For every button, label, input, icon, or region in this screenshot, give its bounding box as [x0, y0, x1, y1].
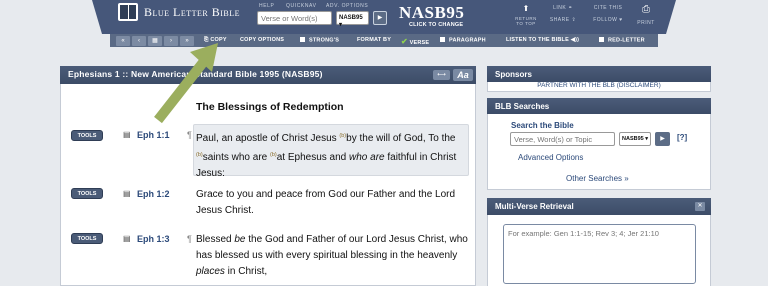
header-search-input[interactable] [257, 11, 332, 25]
verse-ref[interactable]: Eph 1:2 [137, 189, 170, 199]
paragraph-checkbox[interactable] [440, 37, 445, 42]
search-bible-label: Search the Bible [511, 121, 574, 130]
verse-ref[interactable]: Eph 1:1 [137, 130, 170, 140]
pilcrow-icon: ¶ [187, 130, 192, 140]
blb-searches-header: BLB Searches [487, 98, 711, 114]
strongs-toggle[interactable]: STRONG'S [300, 37, 339, 44]
book-icon[interactable]: ▤ [123, 189, 131, 198]
link-icon: ⚭ [568, 5, 573, 11]
paragraph-label: PARAGRAPH [449, 37, 486, 44]
red-letter-label: RED-LETTER [608, 37, 645, 44]
share-button[interactable]: SHARE ⇪ [548, 17, 578, 23]
multi-verse-header: Multi-Verse Retrieval [487, 198, 711, 215]
version-change-label[interactable]: CLICK TO CHANGE [409, 22, 463, 28]
cite-button[interactable]: CITE THIS [588, 5, 628, 11]
listen-button[interactable]: LISTEN TO THE BIBLE ◀)) [506, 37, 579, 43]
green-arrow-icon [154, 43, 218, 124]
format-by-label: FORMAT BY [357, 37, 392, 43]
expand-button[interactable]: ⟷ [433, 70, 450, 80]
close-icon[interactable]: ✕ [695, 202, 705, 211]
sidebar-search-button[interactable]: ▶ [655, 132, 670, 146]
partner-link[interactable]: PARTNER WITH THE BLB (DISCLAIMER) [487, 82, 711, 89]
pilcrow-icon: ¶ [187, 234, 192, 244]
red-letter-toggle[interactable]: RED-LETTER [599, 37, 645, 44]
book-icon[interactable]: ▤ [123, 234, 131, 243]
print-label[interactable]: PRINT [634, 20, 658, 26]
link-label: LINK [553, 5, 567, 11]
check-icon: ✔ [401, 37, 408, 46]
sidebar-version-select[interactable]: NASB95 ▾ [619, 132, 651, 146]
book-icon[interactable]: ▤ [123, 130, 131, 139]
paragraph-format-option[interactable]: PARAGRAPH [440, 37, 486, 44]
verse-text: Grace to you and peace from God our Fath… [196, 189, 456, 216]
share-label: SHARE [549, 17, 570, 23]
help-link[interactable]: HELP [259, 3, 274, 9]
verse-ref[interactable]: Eph 1:3 [137, 234, 170, 244]
share-icon: ⇪ [571, 17, 577, 23]
tools-button[interactable]: TOOLS [71, 130, 103, 141]
verse-text: Paul, an apostle of Christ Jesus (b)by t… [196, 133, 457, 179]
version-title[interactable]: NASB95 [399, 3, 464, 23]
strongs-checkbox[interactable] [300, 37, 305, 42]
sidebar-search-input[interactable] [510, 132, 615, 146]
other-searches-label: Other Searches [566, 174, 623, 183]
speaker-icon: ◀)) [570, 37, 580, 43]
play-icon: ▶ [377, 15, 383, 21]
quicknav-link[interactable]: QUICKNAV [286, 3, 317, 9]
first-chapter-button[interactable]: « [116, 36, 130, 46]
heart-icon: ♥ [619, 17, 623, 23]
header-search-button[interactable]: ▶ [373, 11, 387, 25]
version-value: NASB95 [339, 15, 363, 21]
other-searches-link[interactable]: Other Searches » [566, 174, 629, 183]
prev-chapter-button[interactable]: ‹ [132, 36, 146, 46]
link-button[interactable]: LINK ⚭ [548, 5, 578, 11]
bible-icon [118, 3, 138, 21]
return-top-label[interactable]: RETURN TO TOP [511, 16, 541, 26]
follow-button[interactable]: FOLLOW ♥ [588, 17, 628, 23]
chevron-down-icon: » [624, 174, 629, 183]
search-help-link[interactable]: [?] [677, 133, 687, 142]
strongs-label: STRONG'S [309, 37, 340, 44]
adv-options-link[interactable]: ADV. OPTIONS [326, 3, 368, 9]
copy-options-button[interactable]: COPY OPTIONS [240, 37, 284, 43]
verse-label: VERSE [409, 40, 430, 46]
tools-button[interactable]: TOOLS [71, 233, 103, 244]
left-icon: ‹ [138, 38, 140, 44]
play-icon: ▶ [660, 136, 665, 142]
font-size-button[interactable]: Aa [453, 69, 473, 81]
return-top-icon[interactable]: ⬆ [520, 4, 532, 13]
double-left-icon: « [121, 38, 125, 44]
verse-text: Blessed be the God and Father of our Lor… [196, 234, 468, 277]
printer-icon[interactable]: ⎙ [639, 4, 653, 15]
advanced-options-link[interactable]: Advanced Options [518, 153, 583, 162]
tools-button[interactable]: TOOLS [71, 188, 103, 199]
verse-format-option[interactable]: ✔ VERSE [401, 37, 429, 46]
header-version-select[interactable]: NASB95 ▾ [336, 11, 369, 28]
logo-text: Blue Letter Bible [144, 4, 241, 19]
multi-verse-input[interactable] [503, 224, 696, 284]
sidebar-version-value: NASB95 [622, 136, 644, 142]
sponsors-header: Sponsors [487, 66, 711, 82]
listen-label: LISTEN TO THE BIBLE [506, 37, 569, 43]
follow-label: FOLLOW [593, 17, 618, 23]
blb-logo[interactable]: Blue Letter Bible [118, 3, 240, 21]
red-letter-checkbox[interactable] [599, 37, 604, 42]
arrows-horizontal-icon: ⟷ [437, 72, 446, 78]
